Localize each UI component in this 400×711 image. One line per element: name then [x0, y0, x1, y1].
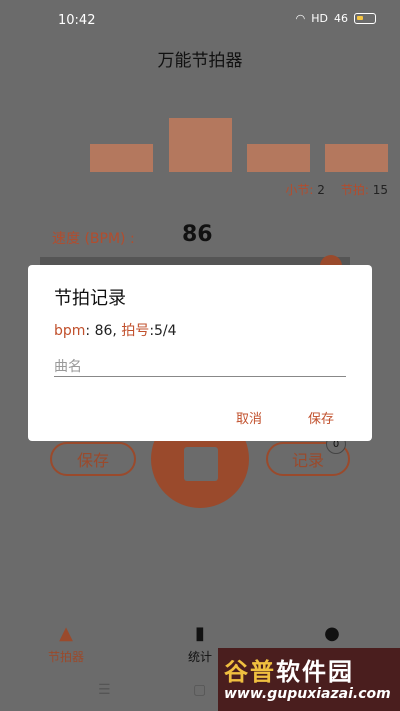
- save-button[interactable]: 保存: [50, 442, 136, 476]
- beat-count: 节拍: 15: [340, 183, 388, 197]
- beat-record-dialog: 节拍记录 bpm: 86, 拍号:5/4 取消 保存: [28, 265, 372, 441]
- watermark: 谷普软件园 www.gupuxiazai.com: [218, 648, 400, 711]
- cancel-button[interactable]: 取消: [236, 408, 262, 427]
- nav-metronome[interactable]: ▲ 节拍器: [26, 622, 106, 665]
- tempo-label: 速度 (BPM) :: [52, 231, 135, 247]
- status-time: 10:42: [58, 13, 96, 28]
- tempo-value: 86: [182, 222, 213, 247]
- wifi-icon: ◠: [295, 12, 306, 25]
- signal-icon: 46: [334, 12, 348, 25]
- beat-indicator-3: [247, 144, 310, 172]
- beat-counter: 小节: 2 节拍: 15: [285, 181, 388, 198]
- measure-counter: 小节: 2: [285, 183, 325, 197]
- home-icon[interactable]: ▢: [193, 682, 206, 698]
- beat-indicator-2-active: [169, 118, 232, 172]
- nav-label: 统计: [187, 650, 212, 664]
- nav-profile[interactable]: ●: [292, 622, 372, 646]
- watermark-title: 谷普软件园: [224, 658, 354, 686]
- dialog-title: 节拍记录: [54, 288, 126, 309]
- user-icon: ●: [324, 623, 340, 644]
- battery-icon: [354, 13, 376, 24]
- dialog-info: bpm: 86, 拍号:5/4: [54, 323, 177, 339]
- beat-indicator-1: [90, 144, 153, 172]
- metronome-icon: ▲: [59, 623, 73, 644]
- dialog-save-button[interactable]: 保存: [308, 408, 334, 427]
- hd-icon: HD: [311, 12, 328, 25]
- status-icons: ◠ HD 46: [296, 12, 376, 25]
- page-title: 万能节拍器: [157, 51, 243, 71]
- song-name-input[interactable]: [54, 357, 346, 377]
- beat-indicator-4: [325, 144, 388, 172]
- stop-icon: [184, 447, 218, 481]
- bar-chart-icon: ▮: [195, 623, 205, 644]
- nav-label: 节拍器: [47, 650, 84, 664]
- menu-icon[interactable]: ☰: [98, 682, 111, 698]
- watermark-url: www.gupuxiazai.com: [224, 686, 391, 702]
- status-bar: 10:42 ◠ HD 46: [0, 0, 400, 40]
